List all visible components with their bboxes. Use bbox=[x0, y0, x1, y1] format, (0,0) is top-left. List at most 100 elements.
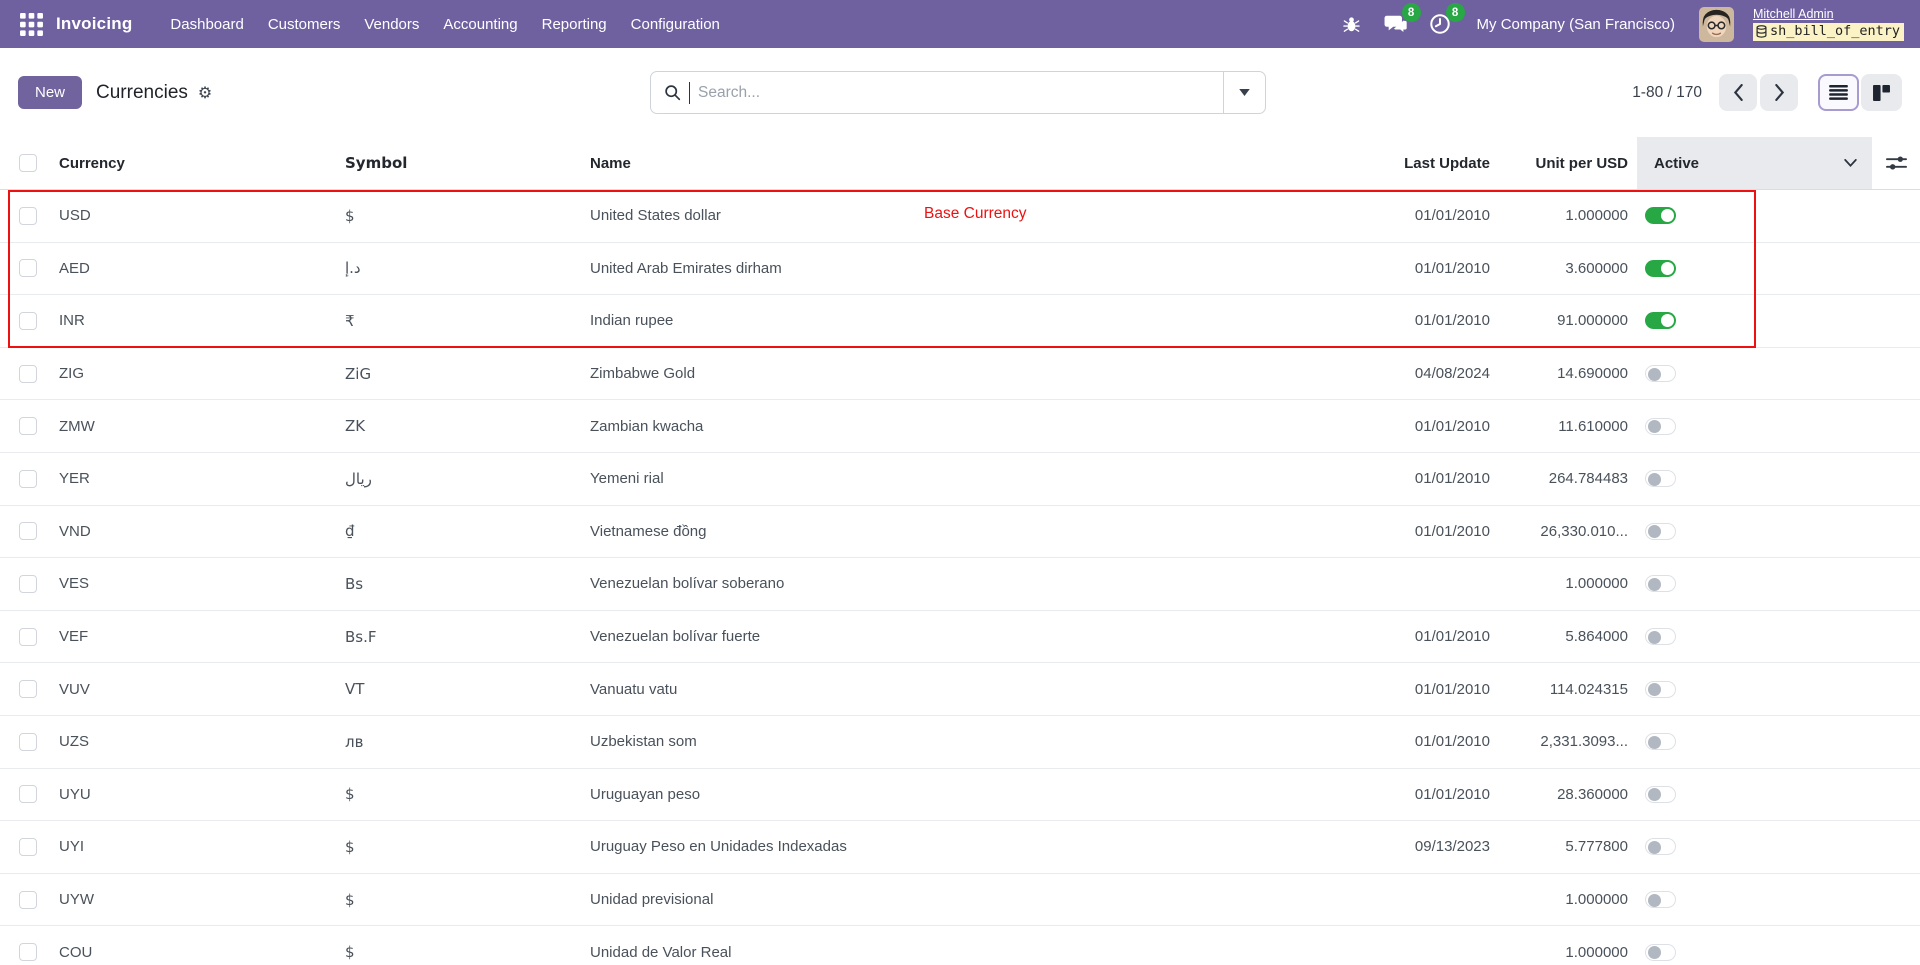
header-symbol[interactable]: Symbol bbox=[345, 154, 590, 172]
active-toggle[interactable] bbox=[1645, 628, 1676, 645]
active-toggle[interactable] bbox=[1645, 312, 1676, 329]
debug-bug-icon[interactable] bbox=[1335, 7, 1369, 41]
table-row[interactable]: AED د.إ United Arab Emirates dirham 01/0… bbox=[0, 243, 1920, 296]
table-row[interactable]: ZMW ZK Zambian kwacha 01/01/2010 11.6100… bbox=[0, 400, 1920, 453]
table-row[interactable]: COU $ Unidad de Valor Real 1.000000 bbox=[0, 926, 1920, 965]
menu-vendors[interactable]: Vendors bbox=[352, 10, 431, 39]
list-view-button[interactable] bbox=[1818, 74, 1859, 111]
app-name[interactable]: Invoicing bbox=[56, 14, 132, 34]
header-name[interactable]: Name bbox=[590, 155, 1370, 172]
active-toggle[interactable] bbox=[1645, 365, 1676, 382]
active-toggle[interactable] bbox=[1645, 207, 1676, 224]
row-checkbox[interactable] bbox=[19, 417, 37, 435]
kanban-view-button[interactable] bbox=[1861, 74, 1902, 111]
active-toggle[interactable] bbox=[1645, 944, 1676, 961]
pager-next-button[interactable] bbox=[1760, 74, 1798, 111]
table-row[interactable]: VND ₫ Vietnamese đồng 01/01/2010 26,330.… bbox=[0, 506, 1920, 559]
cell-unit-per-usd: 5.777800 bbox=[1490, 838, 1628, 855]
table-row[interactable]: INR ₹ Indian rupee 01/01/2010 91.000000 bbox=[0, 295, 1920, 348]
cell-unit-per-usd: 264.784483 bbox=[1490, 470, 1628, 487]
active-toggle[interactable] bbox=[1645, 891, 1676, 908]
row-checkbox[interactable] bbox=[19, 628, 37, 646]
row-checkbox[interactable] bbox=[19, 680, 37, 698]
user-menu[interactable]: Mitchell Admin sh_bill_of_entry bbox=[1753, 7, 1904, 41]
table-row[interactable]: VUV VT Vanuatu vatu 01/01/2010 114.02431… bbox=[0, 663, 1920, 716]
menu-dashboard[interactable]: Dashboard bbox=[158, 10, 255, 39]
row-checkbox[interactable] bbox=[19, 733, 37, 751]
menu-configuration[interactable]: Configuration bbox=[619, 10, 732, 39]
company-switcher[interactable]: My Company (San Francisco) bbox=[1477, 16, 1675, 33]
row-checkbox[interactable] bbox=[19, 365, 37, 383]
new-button[interactable]: New bbox=[18, 76, 82, 109]
row-checkbox[interactable] bbox=[19, 207, 37, 225]
toggle-knob bbox=[1648, 473, 1661, 486]
table-row[interactable]: VES Bs Venezuelan bolívar soberano 1.000… bbox=[0, 558, 1920, 611]
action-gear-icon[interactable]: ⚙︎ bbox=[198, 83, 212, 103]
row-checkbox[interactable] bbox=[19, 943, 37, 961]
table-row[interactable]: UYI $ Uruguay Peso en Unidades Indexadas… bbox=[0, 821, 1920, 874]
search-icon bbox=[664, 84, 681, 101]
header-currency[interactable]: Currency bbox=[59, 155, 345, 172]
active-toggle[interactable] bbox=[1645, 733, 1676, 750]
cell-name: Unidad previsional bbox=[590, 891, 1370, 908]
cell-unit-per-usd: 28.360000 bbox=[1490, 786, 1628, 803]
table-row[interactable]: USD $ United States dollar 01/01/2010 1.… bbox=[0, 190, 1920, 243]
row-checkbox[interactable] bbox=[19, 838, 37, 856]
table-row[interactable]: UZS лв Uzbekistan som 01/01/2010 2,331.3… bbox=[0, 716, 1920, 769]
row-checkbox[interactable] bbox=[19, 312, 37, 330]
activities-clock-icon[interactable]: 8 bbox=[1423, 7, 1457, 41]
cell-currency: USD bbox=[59, 207, 345, 224]
active-toggle[interactable] bbox=[1645, 523, 1676, 540]
chevron-right-icon bbox=[1774, 84, 1785, 101]
active-toggle[interactable] bbox=[1645, 575, 1676, 592]
pager-previous-button[interactable] bbox=[1719, 74, 1757, 111]
row-checkbox[interactable] bbox=[19, 891, 37, 909]
table-row[interactable]: UYW $ Unidad previsional 1.000000 bbox=[0, 874, 1920, 927]
cell-unit-per-usd: 26,330.010... bbox=[1490, 523, 1628, 540]
search-input[interactable] bbox=[698, 84, 1223, 102]
messages-icon[interactable]: 8 bbox=[1379, 7, 1413, 41]
active-toggle[interactable] bbox=[1645, 838, 1676, 855]
apps-grid-icon[interactable] bbox=[16, 9, 46, 39]
menu-accounting[interactable]: Accounting bbox=[431, 10, 529, 39]
header-active[interactable]: Active bbox=[1637, 137, 1872, 189]
menu-customers[interactable]: Customers bbox=[256, 10, 353, 39]
currency-rows: USD $ United States dollar 01/01/2010 1.… bbox=[0, 190, 1920, 965]
cell-symbol: VT bbox=[345, 680, 590, 698]
toggle-knob bbox=[1661, 262, 1674, 275]
row-checkbox[interactable] bbox=[19, 259, 37, 277]
table-row[interactable]: UYU $ Uruguayan peso 01/01/2010 28.36000… bbox=[0, 769, 1920, 822]
search-dropdown-toggle[interactable] bbox=[1223, 72, 1265, 113]
header-unit-per-usd[interactable]: Unit per USD bbox=[1490, 155, 1628, 172]
row-checkbox[interactable] bbox=[19, 522, 37, 540]
toggle-knob bbox=[1648, 368, 1661, 381]
table-row[interactable]: ZIG ZiG Zimbabwe Gold 04/08/2024 14.6900… bbox=[0, 348, 1920, 401]
cell-currency: INR bbox=[59, 312, 345, 329]
toggle-knob bbox=[1648, 894, 1661, 907]
table-row[interactable]: VEF Bs.F Venezuelan bolívar fuerte 01/01… bbox=[0, 611, 1920, 664]
menu-reporting[interactable]: Reporting bbox=[530, 10, 619, 39]
toggle-knob bbox=[1661, 314, 1674, 327]
cell-name: Indian rupee bbox=[590, 312, 1370, 329]
user-avatar[interactable] bbox=[1699, 7, 1734, 42]
row-checkbox[interactable] bbox=[19, 470, 37, 488]
select-all-checkbox[interactable] bbox=[19, 154, 37, 172]
pager-range: 1-80 / 170 bbox=[1632, 84, 1702, 102]
optional-columns-icon[interactable] bbox=[1886, 153, 1907, 173]
cell-unit-per-usd: 1.000000 bbox=[1490, 207, 1628, 224]
row-checkbox[interactable] bbox=[19, 785, 37, 803]
cell-symbol: ₹ bbox=[345, 312, 590, 330]
table-row[interactable]: YER ريال Yemeni rial 01/01/2010 264.7844… bbox=[0, 453, 1920, 506]
active-toggle[interactable] bbox=[1645, 418, 1676, 435]
active-toggle[interactable] bbox=[1645, 681, 1676, 698]
database-name: sh_bill_of_entry bbox=[1770, 23, 1900, 40]
active-toggle[interactable] bbox=[1645, 786, 1676, 803]
header-last-update[interactable]: Last Update bbox=[1370, 155, 1490, 172]
active-toggle[interactable] bbox=[1645, 470, 1676, 487]
active-toggle[interactable] bbox=[1645, 260, 1676, 277]
row-checkbox[interactable] bbox=[19, 575, 37, 593]
cell-last-update: 01/01/2010 bbox=[1370, 207, 1490, 224]
cell-last-update: 04/08/2024 bbox=[1370, 365, 1490, 382]
database-icon bbox=[1756, 25, 1767, 38]
cell-name: Uzbekistan som bbox=[590, 733, 1370, 750]
